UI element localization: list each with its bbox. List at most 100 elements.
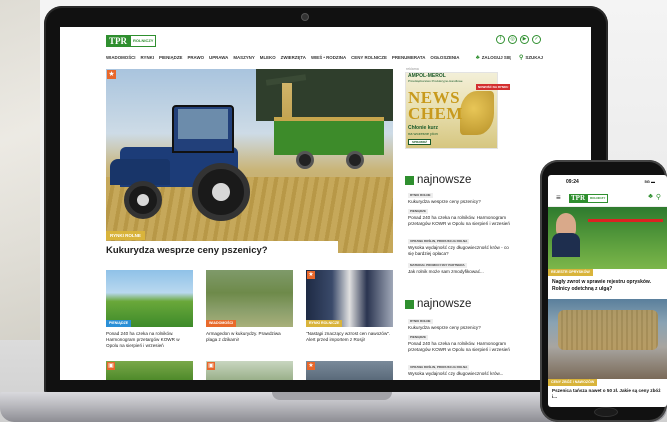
nav-rynki[interactable]: RYNKI <box>141 53 155 63</box>
news-tag[interactable]: MATERIAŁ PROMOCYJNY PARTNERA <box>408 263 467 268</box>
nav-maszyny[interactable]: MASZYNY <box>233 53 254 63</box>
search-icon[interactable]: ⚲ <box>656 193 661 201</box>
phone-status-bar: 09:24 5G ▬ <box>548 175 667 189</box>
ad-tag: NOWOŚĆ NA RYNKU <box>476 84 511 90</box>
card-image: PIENIĄDZE <box>106 270 193 327</box>
section-heading-text: najnowsze <box>417 174 472 186</box>
article-card-image[interactable]: ★ <box>306 361 393 380</box>
login-button[interactable]: ♣ ZALOGUJ SIĘ <box>476 53 511 63</box>
search-button[interactable]: ⚲ SZUKAJ <box>519 53 543 63</box>
youtube-icon[interactable]: ▶ <box>520 35 529 44</box>
news-tag[interactable]: UPRAWA ROŚLIN, PRODUKCJA ROLNA <box>408 239 470 244</box>
hero-category-badge[interactable]: RYNKI ROLNE <box>106 231 145 240</box>
login-label: ZALOGUJ SIĘ <box>481 55 512 60</box>
facebook-icon[interactable]: f <box>496 35 505 44</box>
ad-headline: NEWS CHEM <box>408 88 463 123</box>
background-field <box>0 0 40 340</box>
card-text[interactable]: Ponad 240 ha czeka na rolników. Harmonog… <box>106 331 193 349</box>
home-button[interactable] <box>594 407 618 417</box>
phone-category-badge[interactable]: REJESTR OPRYSKÓW <box>548 269 593 276</box>
article-card[interactable]: PIENIĄDZE Ponad 240 ha czeka na rolników… <box>106 270 193 349</box>
instagram-icon[interactable]: ◎ <box>508 35 517 44</box>
article-card[interactable]: ★ RYNKI ROLNICZE "Nastąpi znaczący wzros… <box>306 270 393 343</box>
nav-wies-rodzina[interactable]: WIEŚ • RODZINA <box>311 53 346 63</box>
logo-sub-text: ROLNICZY <box>587 194 609 203</box>
nav-prenumerata[interactable]: PRENUMERATA <box>392 53 426 63</box>
news-item[interactable]: Jak rolnik może sam zmodyfikować... <box>408 269 513 275</box>
logo-main-text: TPR <box>106 35 130 47</box>
news-item[interactable]: Wysoka wydajność czy długowieczność krów… <box>408 371 513 377</box>
person-suit-graphic <box>552 233 580 257</box>
ad-brand-sub: Przedsiębiorstwo Produkcyjno-Handlowe <box>408 79 463 83</box>
signal-icon: 5G ▬ <box>644 179 655 184</box>
menu-icon[interactable]: ≡ <box>556 194 561 202</box>
camera-icon: ▣ <box>207 362 215 370</box>
phone-time: 09:24 <box>566 179 579 185</box>
user-icon: ♣ <box>475 55 480 61</box>
user-icon[interactable]: ♣ <box>648 193 653 201</box>
laptop-screen: TPR ROLNICZY f ◎ ▶ ✓ WIADOMOŚCI RYNKI PI… <box>60 27 591 380</box>
ad-line2: na wczesne plon <box>408 131 438 136</box>
nav-pieniadze[interactable]: PIENIĄDZE <box>159 53 182 63</box>
article-card[interactable]: WIADOMOŚCI Armagedon w kukurydzy. Prawdz… <box>206 270 293 343</box>
news-item[interactable]: Wysoka wydajność czy długowieczność krów… <box>408 245 513 257</box>
hero-title[interactable]: Kukurydza wesprze ceny pszenicy? <box>106 245 268 256</box>
news-tag[interactable]: PIENIĄDZE <box>408 209 429 214</box>
nav-mleko[interactable]: MLEKO <box>260 53 276 63</box>
news-item[interactable]: Ponad 240 ha czeka na rolników. Harmonog… <box>408 215 513 227</box>
nav-uprawa[interactable]: UPRAWA <box>209 53 228 63</box>
card-category-badge[interactable]: WIADOMOŚCI <box>206 320 237 327</box>
hero-image[interactable] <box>106 69 393 253</box>
news-tag[interactable]: RYNKI ROLNE <box>408 319 433 324</box>
phone-header-icons: ♣ ⚲ <box>648 193 661 201</box>
news-item[interactable]: Kukurydza wesprze ceny pszenicy? <box>408 325 513 331</box>
tractor-hub-graphic <box>212 183 230 201</box>
logo-main-text: TPR <box>569 194 587 203</box>
site-topbar: TPR ROLNICZY f ◎ ▶ ✓ <box>60 27 591 49</box>
article-card-image[interactable]: ▣ <box>106 361 193 380</box>
news-item[interactable]: Kukurydza wesprze ceny pszenicy? <box>408 199 513 205</box>
nav-actions: ♣ ZALOGUJ SIĘ ⚲ SZUKAJ <box>476 53 543 63</box>
laptop-notch <box>272 392 392 400</box>
news-tag[interactable]: UPRAWA ROŚLIN, PRODUKCJA ROLNA <box>408 365 470 370</box>
nav-prawo[interactable]: PRAWO <box>187 53 204 63</box>
phone-logo[interactable]: TPR ROLNICZY <box>569 194 609 203</box>
news-tag[interactable]: PIENIĄDZE <box>408 335 429 340</box>
star-icon: ★ <box>107 70 116 79</box>
phone-category-badge[interactable]: CENY ZBÓŻ I NAWOZÓW <box>548 379 598 386</box>
trailer-graphic <box>274 117 384 155</box>
nav-wiadomosci[interactable]: WIADOMOŚCI <box>106 53 136 63</box>
news-item[interactable]: Ponad 240 ha czeka na rolników. Harmonog… <box>408 341 513 353</box>
grain-graphic <box>558 310 658 350</box>
square-icon <box>405 175 414 185</box>
news-tag[interactable]: RYNKI ROLNE <box>408 193 433 198</box>
phone-header: ≡ TPR ROLNICZY ♣ ⚲ <box>548 189 667 207</box>
phone-article-title[interactable]: Nagły zwrot w sprawie rejestru oprysków.… <box>552 279 664 292</box>
tractor-hub-graphic <box>137 194 149 206</box>
card-text[interactable]: Armagedon w kukurydzy. Prawdziwa plaga z… <box>206 331 293 343</box>
twitter-icon[interactable]: ✓ <box>532 35 541 44</box>
ad-button[interactable]: SPRAWDŹ <box>408 139 431 145</box>
search-label: SZUKAJ <box>525 55 543 60</box>
nav-ceny-rolnicze[interactable]: CENY ROLNICZE <box>351 53 387 63</box>
section-heading: najnowsze <box>405 174 471 186</box>
harvester-graphic <box>256 69 393 121</box>
card-category-badge[interactable]: RYNKI ROLNICZE <box>306 320 343 327</box>
phone-article-text[interactable]: Pszenica tańsza nawet o 50 zł. Jakie są … <box>552 388 664 400</box>
site-logo[interactable]: TPR ROLNICZY <box>106 35 157 47</box>
article-card-image[interactable]: ▣ <box>206 361 293 380</box>
section-heading-text: najnowsze <box>417 298 472 310</box>
nav-ogloszenia[interactable]: OGŁOSZENIA <box>430 53 459 63</box>
tractor-glass-graphic <box>178 109 228 139</box>
star-icon: ★ <box>307 271 315 279</box>
search-icon: ⚲ <box>519 55 524 61</box>
square-icon <box>405 299 414 309</box>
ad-label: reklama <box>406 67 419 71</box>
card-text[interactable]: "Nastąpi znaczący wzrost cen nawozów". A… <box>306 331 393 343</box>
camera-icon <box>302 14 308 20</box>
nav-zwierzeta[interactable]: ZWIERZĘTA <box>281 53 306 63</box>
phone-screen: 09:24 5G ▬ ≡ TPR ROLNICZY ♣ ⚲ REJESTR OP… <box>548 175 667 407</box>
social-links: f ◎ ▶ ✓ <box>496 35 541 44</box>
card-category-badge[interactable]: PIENIĄDZE <box>106 320 132 327</box>
camera-icon: ▣ <box>107 362 115 370</box>
